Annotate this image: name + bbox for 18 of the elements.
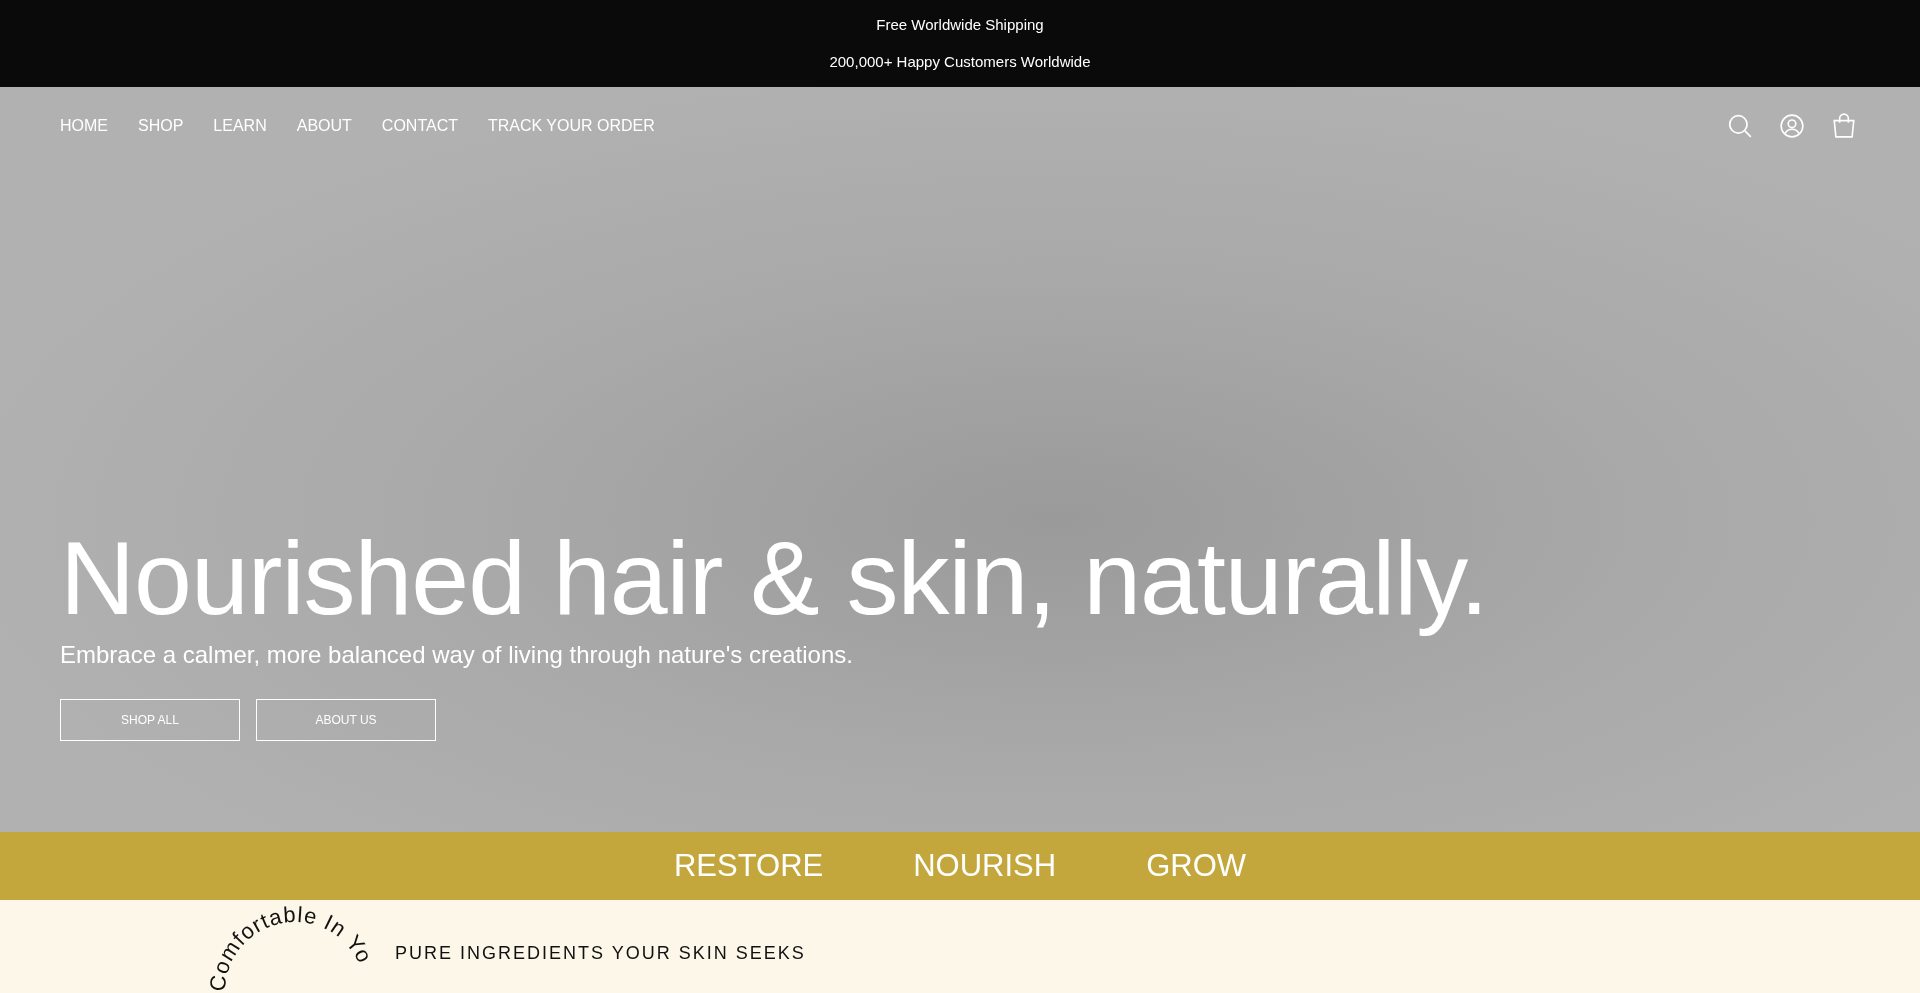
nav-link[interactable]: ABOUT: [296, 114, 352, 138]
section-heading: PURE INGREDIENTS YOUR SKIN SEEKS: [395, 942, 806, 965]
hero-button[interactable]: SHOP ALL: [60, 699, 240, 741]
announcement-text: Free Worldwide Shipping: [876, 15, 1044, 36]
search-icon[interactable]: [1727, 113, 1753, 139]
hero-button[interactable]: ABOUT US: [256, 699, 436, 741]
announcement-text: 200,000+ Happy Customers Worldwide: [829, 51, 1091, 72]
nav-link[interactable]: TRACK YOUR ORDER: [487, 114, 655, 138]
band-word: RESTORE: [673, 846, 824, 885]
nav-link[interactable]: CONTACT: [381, 114, 458, 138]
band-word: GROW: [1146, 846, 1247, 885]
band-word: NOURISH: [913, 846, 1057, 885]
hero-subtitle: Embrace a calmer, more balanced way of living through nature's creations.: [60, 640, 854, 670]
nav-link[interactable]: HOME: [60, 114, 108, 138]
shopping-bag-icon[interactable]: [1831, 113, 1857, 139]
nav-link[interactable]: SHOP: [138, 114, 184, 138]
account-icon[interactable]: [1779, 113, 1805, 139]
nav-link[interactable]: LEARN: [213, 114, 267, 138]
